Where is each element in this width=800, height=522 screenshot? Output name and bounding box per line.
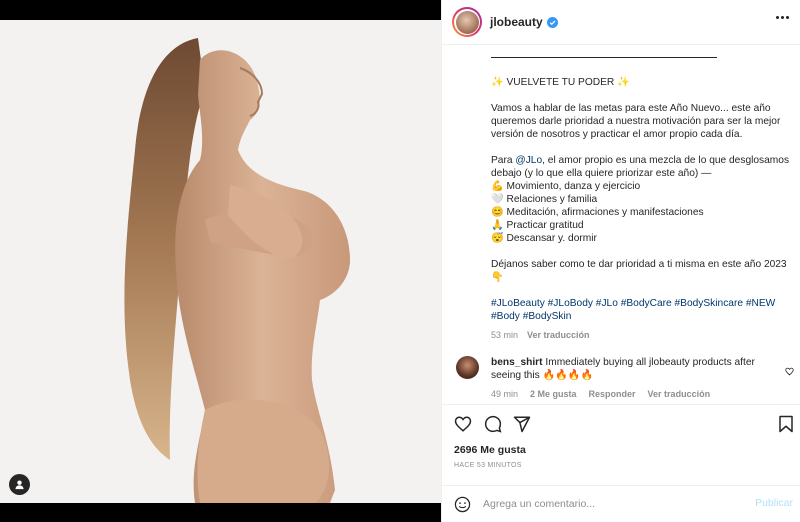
post-side-panel: jlobeauty ✨ VUELVETE TU PODER ✨ Vamos a … xyxy=(441,0,800,522)
comment-input[interactable] xyxy=(483,494,733,514)
sleeping-face-icon: 😴 xyxy=(491,233,504,244)
caption-list-item: 🤍 Relaciones y familia xyxy=(491,193,791,206)
caption-list-text: Meditación, afirmaciones y manifestacion… xyxy=(506,207,704,218)
avatar[interactable] xyxy=(455,10,479,34)
action-bar xyxy=(442,404,800,444)
white-heart-icon: 🤍 xyxy=(491,194,504,205)
comment-bubble-icon[interactable] xyxy=(484,415,502,438)
comment-reply-button[interactable]: Responder xyxy=(589,389,636,399)
publish-button[interactable]: Publicar xyxy=(755,497,793,509)
caption-list-item: 😊 Meditación, afirmaciones y manifestaci… xyxy=(491,206,791,219)
post-header: jlobeauty xyxy=(442,0,800,45)
comment-username[interactable]: bens_shirt xyxy=(491,357,543,368)
header-username[interactable]: jlobeauty xyxy=(490,15,543,29)
media-bottom-bar xyxy=(0,503,441,522)
likes-count[interactable]: 2696 Me gusta xyxy=(454,444,526,456)
caption-paragraph-2: Para @JLo, el amor propio es una mezcla … xyxy=(491,154,791,180)
share-send-icon[interactable] xyxy=(513,415,531,438)
emoji-picker-icon[interactable] xyxy=(454,496,471,518)
post-photo[interactable] xyxy=(0,20,441,503)
caption-translate-link[interactable]: Ver traducción xyxy=(527,330,590,340)
post-caption: ✨ VUELVETE TU PODER ✨ Vamos a hablar de … xyxy=(491,45,791,345)
user-icon xyxy=(15,480,24,490)
caption-list-item: 💪 Movimiento, danza y ejercicio xyxy=(491,180,791,193)
caption-paragraph-2-prefix: Para xyxy=(491,155,516,166)
like-heart-icon[interactable] xyxy=(454,415,472,438)
caption-time[interactable]: 53 min xyxy=(491,330,518,340)
caption-meta: 53 min Ver traducción xyxy=(491,329,791,342)
post-media xyxy=(0,0,441,522)
comment-likes[interactable]: 2 Me gusta xyxy=(530,389,577,399)
smiling-face-icon: 😊 xyxy=(491,207,504,218)
post-timestamp[interactable]: HACE 53 MINUTOS xyxy=(454,462,522,469)
folded-hands-icon: 🙏 xyxy=(491,220,504,231)
hashtags-line-2[interactable]: #Body #BodySkin xyxy=(491,310,791,323)
more-options-icon[interactable] xyxy=(776,16,789,19)
commenter-avatar[interactable] xyxy=(456,356,479,379)
caption-title: ✨ VUELVETE TU PODER ✨ xyxy=(491,77,630,88)
save-bookmark-icon[interactable] xyxy=(778,415,794,438)
comment-translate-link[interactable]: Ver traducción xyxy=(648,389,711,399)
caption-list-item: 🙏 Practicar gratitud xyxy=(491,219,791,232)
comment-body: bens_shirt Immediately buying all jlobea… xyxy=(491,356,761,382)
caption-paragraph-3: Déjanos saber como te dar prioridad a ti… xyxy=(491,259,787,283)
caption-list-text: Descansar y. dormir xyxy=(506,233,597,244)
caption-list-item: 😴 Descansar y. dormir xyxy=(491,232,791,245)
caption-list-text: Practicar gratitud xyxy=(506,220,584,231)
hashtags-line-1[interactable]: #JLoBeauty #JLoBody #JLo #BodyCare #Body… xyxy=(491,297,791,310)
flexed-biceps-icon: 💪 xyxy=(491,181,504,192)
mention-link[interactable]: @JLo xyxy=(515,155,542,166)
comment-like-heart-icon[interactable] xyxy=(785,363,794,381)
user-tag-button[interactable] xyxy=(9,474,30,495)
comment-time[interactable]: 49 min xyxy=(491,389,518,399)
post-photo-illustration xyxy=(0,20,441,503)
caption-paragraph-1: Vamos a hablar de las metas para este Añ… xyxy=(491,103,781,140)
story-ring[interactable] xyxy=(452,7,482,37)
add-comment-bar: Publicar xyxy=(442,485,800,522)
media-top-bar xyxy=(0,0,441,20)
caption-list-text: Relaciones y familia xyxy=(506,194,598,205)
verified-badge-icon xyxy=(546,16,558,28)
caption-list-text: Movimiento, danza y ejercicio xyxy=(506,181,641,192)
comment-meta: 49 min 2 Me gusta Responder Ver traducci… xyxy=(491,389,710,399)
